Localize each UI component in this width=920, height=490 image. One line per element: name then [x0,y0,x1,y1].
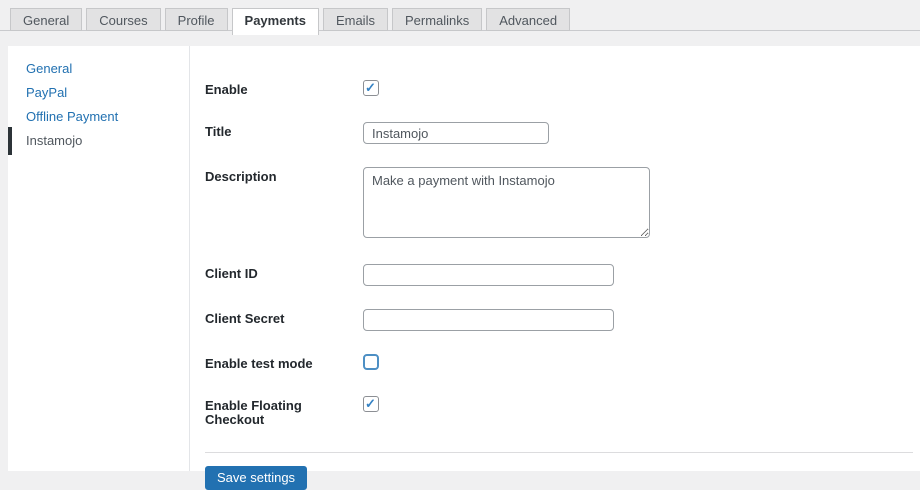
sidebar-item-label: Instamojo [26,133,83,148]
test-mode-label: Enable test mode [205,356,313,371]
enable-label: Enable [205,82,248,97]
floating-checkout-checkbox[interactable] [363,396,379,412]
tab-profile[interactable]: Profile [164,8,228,31]
enable-row: Enable [205,80,913,99]
floating-checkout-row: Enable Floating Checkout [205,396,913,427]
enable-checkbox[interactable] [363,80,379,96]
sidebar-item-instamojo[interactable]: Instamojo [8,127,189,155]
client-secret-input[interactable] [363,309,614,331]
client-id-label: Client ID [205,266,258,281]
title-input[interactable] [363,122,549,144]
sidebar-item-paypal[interactable]: PayPal [8,81,189,105]
client-id-input[interactable] [363,264,614,286]
sidebar-item-offline-payment[interactable]: Offline Payment [8,105,189,129]
tab-advanced[interactable]: Advanced [486,8,571,31]
test-mode-row: Enable test mode [205,354,913,373]
payments-settings-panel: General PayPal Offline Payment Instamojo… [8,46,920,490]
title-label: Title [205,124,232,139]
tab-emails[interactable]: Emails [322,8,388,31]
tab-general[interactable]: General [10,8,83,31]
description-textarea[interactable]: Make a payment with Instamojo [363,167,650,238]
tab-courses[interactable]: Courses [86,8,161,31]
save-settings-button[interactable]: Save settings [205,466,308,490]
title-row: Title [205,122,913,144]
test-mode-checkbox[interactable] [363,354,379,370]
instamojo-settings-form: Enable Title Description Make a payment … [190,46,920,490]
sidebar-item-general[interactable]: General [8,57,189,81]
client-id-row: Client ID [205,264,913,286]
settings-tabbar: General Courses Profile Payments Emails … [10,8,574,35]
tab-payments[interactable]: Payments [231,8,319,35]
client-secret-label: Client Secret [205,311,285,326]
active-item-marker [8,127,12,155]
client-secret-row: Client Secret [205,309,913,331]
description-row: Description Make a payment with Instamoj… [205,167,913,241]
tab-permalinks[interactable]: Permalinks [391,8,483,31]
form-divider [205,452,913,453]
floating-checkout-label: Enable Floating Checkout [205,398,302,427]
payments-sidebar: General PayPal Offline Payment Instamojo [8,46,190,471]
description-label: Description [205,169,277,184]
